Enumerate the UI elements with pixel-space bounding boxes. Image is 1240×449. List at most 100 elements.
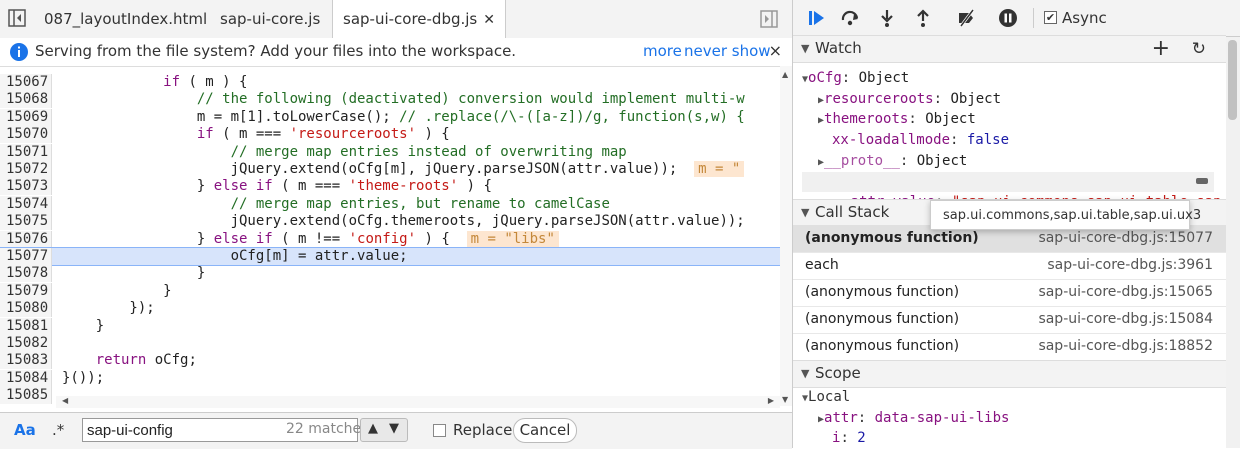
line-number[interactable]: 15071 [0,143,52,161]
line-number[interactable]: 15081 [0,317,52,335]
tab-sap-ui-core[interactable]: sap-ui-core.js [210,0,330,38]
code-line[interactable]: 15067 if ( m ) { [0,74,780,91]
code-line[interactable]: 15073 } else if ( m === 'theme-roots' ) … [0,178,780,196]
more-link[interactable]: more [643,42,682,60]
toggle-debugger-sidebar-icon[interactable] [760,10,778,28]
watch-item-themeroots[interactable]: ▶themeroots: Object [818,109,976,131]
watch-sep: : [908,111,926,127]
code-line[interactable]: 15076 } else if ( m !== 'config' ) { m =… [0,230,780,248]
line-number[interactable]: 15079 [0,282,52,300]
line-number[interactable]: 15072 [0,161,52,178]
watch-item-resourceroots[interactable]: ▶resourceroots: Object [818,89,1001,111]
line-number[interactable]: 15068 [0,91,52,109]
match-case-toggle[interactable]: Aa [14,421,36,439]
scope-item-attr[interactable]: ▶attr: data-sap-ui-libs [818,408,1009,430]
scrollbar-thumb[interactable] [1228,40,1237,120]
pause-on-exceptions-icon[interactable] [998,8,1018,28]
line-number[interactable]: 15073 [0,178,52,196]
editor-vertical-scrollbar[interactable]: ▲ ▼ [780,66,792,406]
watch-key: themeroots [824,111,909,127]
step-out-icon[interactable] [913,8,933,28]
code-text: } [62,282,172,299]
code-line[interactable]: 15070 if ( m === 'resourceroots' ) { [0,126,780,144]
inline-value-annotation: m = "libs" [466,230,559,247]
editor-horizontal-scrollbar[interactable]: ◀ ▶ [56,396,780,408]
scope-section-header[interactable]: ▼ Scope [793,360,1226,388]
find-previous-icon[interactable]: ▲ [368,421,378,436]
code-text: if ( m ) { [163,74,248,90]
line-number[interactable]: 15077 [0,248,52,265]
call-frame-1[interactable]: each sap-ui-core-dbg.js:3961 [793,252,1226,280]
async-checkbox[interactable]: ✔ [1044,11,1057,24]
step-into-icon[interactable] [877,8,897,28]
line-number[interactable]: 15069 [0,108,52,126]
watch-section-header[interactable]: ▼ Watch + ↻ [793,35,1226,63]
delete-watch-icon[interactable] [1196,178,1208,184]
scroll-up-icon[interactable]: ▲ [782,70,788,79]
find-next-icon[interactable]: ▼ [389,421,399,436]
line-number[interactable]: 15084 [0,369,52,387]
line-number[interactable]: 15083 [0,352,52,370]
close-tab-icon[interactable]: ✕ [483,12,495,28]
frame-location[interactable]: sap-ui-core-dbg.js:3961 [1047,252,1213,279]
line-number[interactable]: 15080 [0,300,52,318]
code-line[interactable]: 15080 }); [0,300,780,318]
scope-local[interactable]: ▼Local [802,387,850,409]
scroll-down-icon[interactable]: ▼ [782,395,788,404]
line-number[interactable]: 15085 [0,387,52,405]
code-line[interactable]: 15069 m = m[1].toLowerCase(); // .replac… [0,108,780,126]
code-line[interactable]: 15074 // merge map entries, but rename t… [0,195,780,213]
sidebar-scrollbar[interactable] [1226,37,1240,448]
line-number[interactable]: 15070 [0,126,52,144]
scope-item-i: i: 2 [832,428,866,448]
call-frame-4[interactable]: (anonymous function) sap-ui-core-dbg.js:1… [793,333,1226,361]
code-line-paused[interactable]: 15077 oCfg[m] = attr.value; [0,247,781,266]
resume-icon[interactable] [807,8,827,28]
never-show-link[interactable]: never show [684,42,771,60]
code-line[interactable]: 15082 [0,335,780,352]
cancel-button[interactable]: Cancel [513,418,577,443]
watch-item-ocfg[interactable]: ▼oCfg: Object [802,68,909,90]
tab-sap-ui-core-dbg[interactable]: sap-ui-core-dbg.js ✕ [332,0,506,39]
regex-toggle[interactable]: .* [52,421,64,439]
async-label: Async [1062,9,1107,27]
step-over-icon[interactable] [840,8,860,28]
line-number[interactable]: 15067 [0,74,52,91]
add-watch-icon[interactable]: + [1152,36,1170,61]
frame-location[interactable]: sap-ui-core-dbg.js:15084 [1038,306,1213,333]
code-line[interactable]: 15071 // merge map entries instead of ov… [0,143,780,161]
code-text: // merge map entries, but rename to came… [230,195,610,212]
scroll-left-icon[interactable]: ◀ [62,396,68,405]
code-line[interactable]: 15083 return oCfg; [0,352,780,370]
line-number[interactable]: 15074 [0,195,52,213]
frame-location[interactable]: sap-ui-core-dbg.js:18852 [1038,333,1213,360]
toggle-navigator-icon[interactable] [8,9,26,27]
scroll-right-icon[interactable]: ▶ [768,396,774,405]
line-number[interactable]: 15082 [0,335,52,352]
call-frame-3[interactable]: (anonymous function) sap-ui-core-dbg.js:1… [793,306,1226,334]
code-line[interactable]: 15079 } [0,282,780,300]
code-editor[interactable]: 15067 if ( m ) {15068 // the following (… [0,66,792,412]
code-line[interactable]: 15078 } [0,265,780,283]
close-infobar-icon[interactable]: × [769,41,782,60]
watch-item-attr-value[interactable]: attr.value: "sap.ui.commons,sap.ui.table… [802,172,1230,210]
code-line[interactable]: 15084}()); [0,369,780,387]
code-line[interactable]: 15068 // the following (deactivated) con… [0,91,780,109]
watch-item-proto[interactable]: ▶__proto__: Object [818,151,967,173]
watch-key: oCfg [808,70,842,86]
line-number[interactable]: 15076 [0,230,52,248]
line-number[interactable]: 15075 [0,213,52,231]
refresh-watch-icon[interactable]: ↻ [1192,39,1206,59]
watch-key: __proto__ [824,153,900,169]
line-number[interactable]: 15078 [0,265,52,283]
code-line[interactable]: 15075 jQuery.extend(oCfg.themeroots, jQu… [0,213,780,231]
tab-label: sap-ui-core-dbg.js [343,10,478,28]
code-text: // the following (deactivated) conversio… [196,91,745,108]
frame-location[interactable]: sap-ui-core-dbg.js:15065 [1038,279,1213,306]
replace-checkbox[interactable] [433,424,446,437]
code-line[interactable]: 15081 } [0,317,780,335]
code-line[interactable]: 15072 jQuery.extend(oCfg[m], jQuery.pars… [0,161,780,178]
tab-087-layoutindex[interactable]: 087_layoutIndex.html [34,0,217,38]
call-frame-2[interactable]: (anonymous function) sap-ui-core-dbg.js:1… [793,279,1226,307]
deactivate-breakpoints-icon[interactable] [957,8,977,28]
